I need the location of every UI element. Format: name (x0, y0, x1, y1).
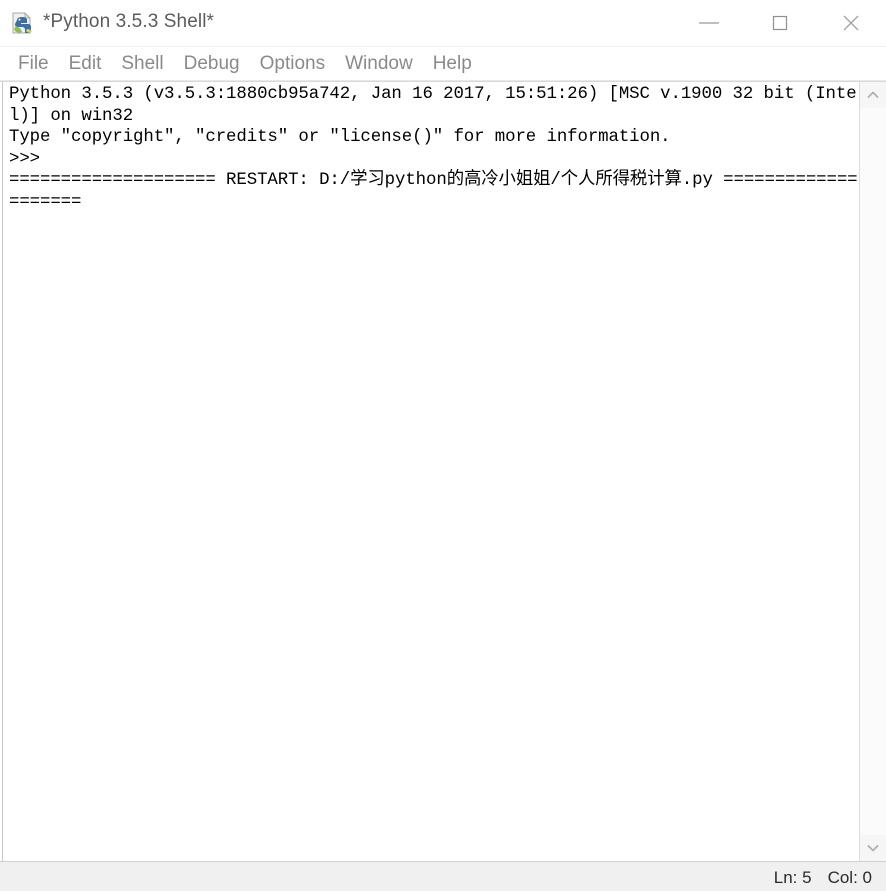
status-col-indicator: Col: 0 (827, 868, 872, 887)
vertical-scrollbar[interactable] (859, 82, 886, 861)
title-bar: *Python 3.5.3 Shell* (0, 0, 886, 47)
minimize-icon (698, 22, 719, 24)
menu-item-file[interactable]: File (8, 53, 59, 75)
shell-restart-line: ==================== RESTART: D:/学习pytho… (9, 171, 858, 212)
scroll-down-button[interactable] (860, 835, 886, 861)
shell-prompt: >>> (9, 149, 41, 169)
menu-item-help[interactable]: Help (423, 53, 482, 75)
chevron-down-icon (867, 845, 879, 852)
shell-text-area[interactable]: Python 3.5.3 (v3.5.3:1880cb95a742, Jan 1… (3, 82, 859, 861)
window-title: *Python 3.5.3 Shell* (43, 11, 215, 32)
scroll-up-button[interactable] (860, 82, 886, 108)
status-line-indicator: Ln: 5 (773, 868, 812, 887)
menu-item-window[interactable]: Window (335, 53, 423, 75)
shell-content-row: Python 3.5.3 (v3.5.3:1880cb95a742, Jan 1… (0, 81, 886, 861)
close-button[interactable] (815, 0, 886, 46)
close-icon (843, 15, 858, 31)
shell-banner-line-1: Python 3.5.3 (v3.5.3:1880cb95a742, Jan 1… (9, 85, 857, 126)
menu-bar: File Edit Shell Debug Options Window Hel… (0, 47, 886, 81)
menu-item-shell[interactable]: Shell (111, 53, 173, 75)
scroll-track[interactable] (860, 108, 886, 835)
maximize-button[interactable] (744, 0, 815, 46)
idle-shell-window: *Python 3.5.3 Shell* File Edit Shell Deb… (0, 0, 886, 894)
status-bar: Ln: 5 Col: 0 (0, 861, 886, 894)
maximize-icon (772, 15, 787, 31)
shell-banner-line-2: Type "copyright", "credits" or "license(… (9, 128, 671, 147)
menu-item-options[interactable]: Options (250, 53, 335, 75)
python-idle-icon (9, 10, 35, 36)
menu-item-edit[interactable]: Edit (59, 53, 112, 75)
menu-item-debug[interactable]: Debug (174, 53, 250, 75)
minimize-button[interactable] (673, 0, 744, 46)
window-controls (673, 0, 886, 46)
chevron-up-icon (867, 91, 879, 98)
